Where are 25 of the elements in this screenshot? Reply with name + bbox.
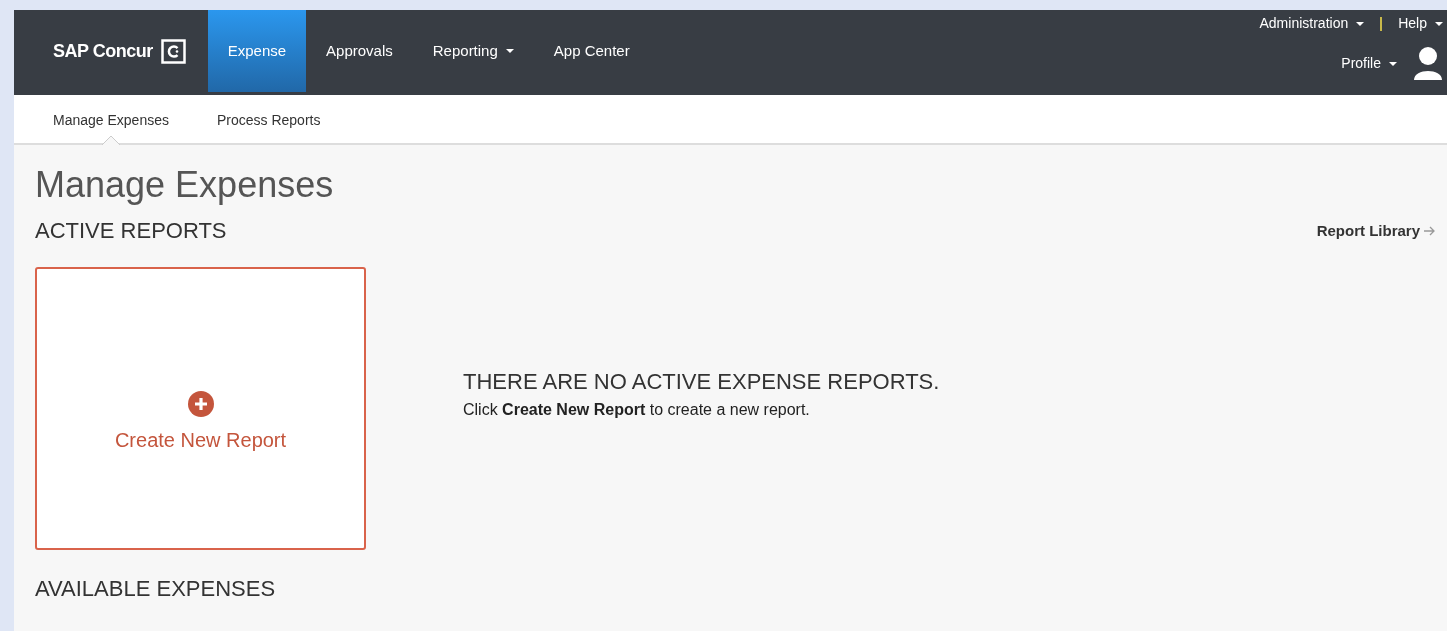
- empty-state-title: THERE ARE NO ACTIVE EXPENSE REPORTS.: [463, 367, 940, 396]
- caret-icon: [505, 49, 514, 53]
- brand-name: SAP Concur: [53, 39, 153, 63]
- logo-icon: [160, 38, 186, 64]
- caret-icon: [1356, 22, 1365, 27]
- profile-menu[interactable]: Profile: [1341, 52, 1397, 74]
- caret-icon: [1435, 22, 1443, 27]
- section-heading: AVAILABLE EXPENSES: [35, 575, 277, 602]
- nav-tab[interactable]: App Center: [533, 10, 650, 92]
- page-title: Manage Expenses: [35, 163, 335, 207]
- create-report-card[interactable]: Create New Report: [35, 266, 366, 550]
- nav-tab[interactable]: Reporting: [412, 10, 534, 92]
- nav-tab[interactable]: Expense: [207, 10, 307, 92]
- user-avatar-icon[interactable]: [1413, 46, 1443, 80]
- caret-icon: [1389, 61, 1397, 66]
- subnav-tab[interactable]: Process Reports: [216, 95, 321, 145]
- add-icon: [187, 391, 214, 418]
- empty-state-text: Click Create New Report to create a new report.: [463, 399, 811, 420]
- report-library-link[interactable]: Report Library: [1316, 220, 1436, 243]
- subnav-tab[interactable]: Manage Expenses: [53, 95, 169, 145]
- arrow-icon: [1424, 226, 1436, 237]
- utility-menu-link[interactable]: Help: [1398, 13, 1443, 34]
- nav-tab[interactable]: Approvals: [306, 10, 413, 92]
- section-heading: ACTIVE REPORTS: [35, 218, 227, 245]
- utility-menu-link[interactable]: Administration: [1259, 13, 1365, 34]
